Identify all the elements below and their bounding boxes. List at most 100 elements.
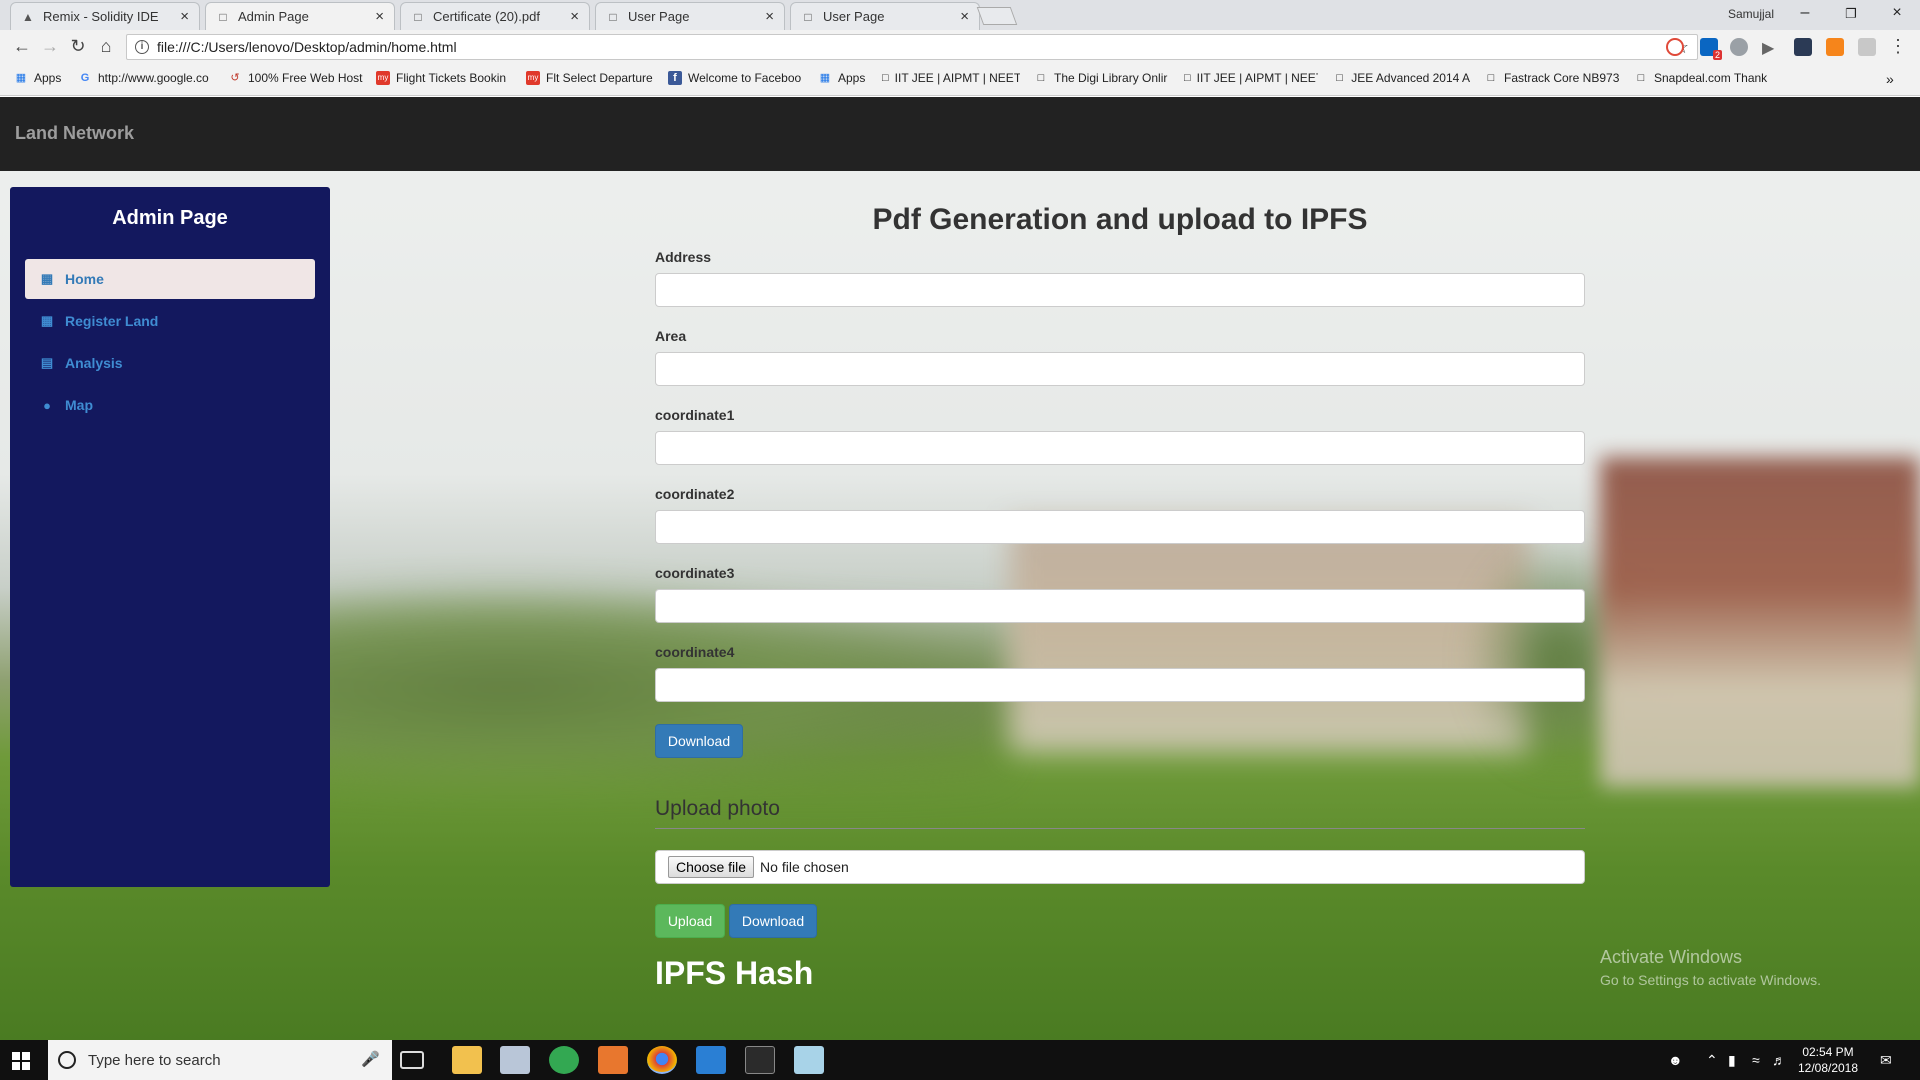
forward-icon[interactable]: → bbox=[38, 36, 62, 57]
download-photo-button[interactable]: Download bbox=[729, 904, 817, 938]
extension-icon[interactable] bbox=[1794, 38, 1812, 56]
bookmark-label: JEE Advanced 2014 A bbox=[1351, 71, 1470, 85]
file-explorer-icon[interactable] bbox=[452, 1046, 482, 1074]
task-view-icon[interactable] bbox=[400, 1051, 424, 1069]
page-icon: □ bbox=[1037, 72, 1045, 84]
chrome-menu-icon[interactable]: ⋮ bbox=[1886, 36, 1910, 57]
sidebar-item-home[interactable]: ▦ Home bbox=[25, 259, 315, 299]
tab-certificate-pdf[interactable]: □ Certificate (20).pdf × bbox=[400, 2, 590, 30]
reload-icon[interactable]: ↻ bbox=[66, 36, 90, 57]
page-icon: □ bbox=[1184, 72, 1191, 84]
tab-admin-page[interactable]: □ Admin Page × bbox=[205, 2, 395, 30]
tab-title: Admin Page bbox=[238, 9, 309, 24]
sidebar-item-map[interactable]: ● Map bbox=[25, 385, 315, 425]
bookmark-iit-jee-2[interactable]: □ IIT JEE | AIPMT | NEET bbox=[1184, 71, 1318, 85]
app-icon[interactable] bbox=[500, 1046, 530, 1074]
file-input[interactable]: Choose file No file chosen bbox=[655, 850, 1585, 884]
new-tab-button[interactable] bbox=[976, 7, 1018, 25]
page-icon: □ bbox=[1487, 72, 1495, 84]
close-icon[interactable]: × bbox=[375, 8, 384, 25]
wifi-icon[interactable]: ≈ bbox=[1752, 1052, 1760, 1068]
terminal-icon[interactable] bbox=[745, 1046, 775, 1074]
battery-icon[interactable]: ▮ bbox=[1728, 1052, 1736, 1069]
volume-icon[interactable]: ♬ bbox=[1772, 1052, 1786, 1068]
tab-remix[interactable]: ▲ Remix - Solidity IDE × bbox=[10, 2, 200, 30]
close-icon[interactable]: × bbox=[960, 8, 969, 25]
bookmark-label: Apps bbox=[838, 71, 866, 85]
bookmark-apps-2[interactable]: ▦ Apps bbox=[818, 71, 878, 85]
bookmark-label: Fastrack Core NB973 bbox=[1504, 71, 1620, 85]
close-icon[interactable]: × bbox=[570, 8, 579, 25]
maximize-icon[interactable]: ❐ bbox=[1836, 6, 1866, 22]
chrome-icon[interactable] bbox=[647, 1046, 677, 1074]
system-clock[interactable]: 02:54 PM 12/08/2018 bbox=[1793, 1044, 1863, 1076]
tab-user-page[interactable]: □ User Page × bbox=[595, 2, 785, 30]
bookmark-iit-jee[interactable]: □ IIT JEE | AIPMT | NEET bbox=[882, 71, 1020, 85]
bookmark-fastrack[interactable]: □ Fastrack Core NB973 bbox=[1484, 71, 1620, 85]
bookmark-label: Flight Tickets Bookin bbox=[396, 71, 507, 85]
bookmark-jee-advanced[interactable]: □ JEE Advanced 2014 A bbox=[1334, 71, 1470, 85]
bookmark-google[interactable]: G http://www.google.co bbox=[78, 71, 218, 85]
page-title: Pdf Generation and upload to IPFS bbox=[872, 203, 1368, 236]
bookmark-snapdeal[interactable]: □ Snapdeal.com Thank bbox=[1634, 71, 1770, 85]
watermark-title: Activate Windows bbox=[1600, 947, 1743, 967]
adblock-extension-icon[interactable] bbox=[1666, 38, 1684, 56]
address-field[interactable] bbox=[655, 273, 1585, 307]
close-icon[interactable]: × bbox=[180, 8, 189, 25]
bookmark-apps[interactable]: ▦ Apps bbox=[14, 71, 74, 85]
windows-start-icon[interactable] bbox=[12, 1052, 30, 1070]
tray-chevron-icon[interactable]: ⌃ bbox=[1706, 1052, 1718, 1069]
address-bar[interactable]: i file:///C:/Users/lenovo/Desktop/admin/… bbox=[126, 34, 1698, 60]
bookmark-digi-library[interactable]: □ The Digi Library Onlir bbox=[1034, 71, 1172, 85]
notifications-icon[interactable]: ✉ bbox=[1880, 1052, 1892, 1069]
bookmark-facebook[interactable]: f Welcome to Faceboo bbox=[668, 71, 806, 85]
people-icon[interactable]: ☻ bbox=[1668, 1052, 1683, 1068]
brand-link[interactable]: Land Network bbox=[15, 123, 134, 144]
coordinate4-field[interactable] bbox=[655, 668, 1585, 702]
tab-user-page-2[interactable]: □ User Page × bbox=[790, 2, 980, 30]
taskbar-search-input[interactable]: Type here to search 🎤 bbox=[48, 1040, 392, 1080]
page-icon: □ bbox=[414, 9, 422, 24]
metamask-extension-icon[interactable] bbox=[1826, 38, 1844, 56]
bookmark-label: Snapdeal.com Thank bbox=[1654, 71, 1768, 85]
coordinate3-field[interactable] bbox=[655, 589, 1585, 623]
choose-file-button[interactable]: Choose file bbox=[668, 856, 755, 878]
coordinate3-label: coordinate3 bbox=[655, 565, 735, 581]
sublime-text-icon[interactable] bbox=[598, 1046, 628, 1074]
bookmark-flight-tickets[interactable]: my Flight Tickets Bookin bbox=[376, 71, 514, 85]
close-window-icon[interactable]: × bbox=[1882, 4, 1912, 22]
upload-button[interactable]: Upload bbox=[655, 904, 725, 938]
top-navbar: Land Network bbox=[0, 97, 1920, 171]
download-pdf-button[interactable]: Download bbox=[655, 724, 743, 758]
sidebar-item-analysis[interactable]: ▤ Analysis bbox=[25, 343, 315, 383]
extension-icon[interactable] bbox=[1730, 38, 1748, 56]
info-icon[interactable]: i bbox=[135, 40, 149, 54]
linkedin-extension-icon[interactable]: 2 bbox=[1700, 38, 1722, 60]
minimize-icon[interactable]: – bbox=[1790, 4, 1820, 22]
play-extension-icon[interactable]: ▶ bbox=[1762, 38, 1780, 57]
tab-title: Remix - Solidity IDE bbox=[43, 9, 159, 24]
home-icon[interactable]: ⌂ bbox=[94, 36, 118, 57]
microphone-icon[interactable]: 🎤 bbox=[361, 1050, 380, 1068]
browser-toolbar: ← → ↻ ⌂ i file:///C:/Users/lenovo/Deskto… bbox=[0, 30, 1920, 64]
extension-icon[interactable] bbox=[1858, 38, 1876, 56]
url-text[interactable]: file:///C:/Users/lenovo/Desktop/admin/ho… bbox=[157, 39, 457, 55]
sidebar-item-label: Analysis bbox=[65, 355, 123, 371]
window-profile-name[interactable]: Samujjal bbox=[1728, 7, 1774, 21]
coordinate1-field[interactable] bbox=[655, 431, 1585, 465]
app-icon[interactable] bbox=[549, 1046, 579, 1074]
area-field[interactable] bbox=[655, 352, 1585, 386]
bookmark-flt-select[interactable]: my Flt Select Departure bbox=[526, 71, 658, 85]
app-icon[interactable] bbox=[794, 1046, 824, 1074]
remix-icon: ▲ bbox=[22, 9, 34, 24]
coordinate2-field[interactable] bbox=[655, 510, 1585, 544]
bookmarks-overflow-button[interactable]: » bbox=[1886, 71, 1894, 87]
bookmark-free-web-host[interactable]: ↺ 100% Free Web Host bbox=[228, 71, 364, 85]
close-icon[interactable]: × bbox=[765, 8, 774, 25]
sidebar-item-register-land[interactable]: ▦ Register Land bbox=[25, 301, 315, 341]
no-file-text: No file chosen bbox=[760, 859, 849, 875]
google-icon: G bbox=[80, 72, 90, 84]
clock-time: 02:54 PM bbox=[1802, 1045, 1854, 1059]
back-icon[interactable]: ← bbox=[10, 36, 34, 57]
vscode-icon[interactable] bbox=[696, 1046, 726, 1074]
